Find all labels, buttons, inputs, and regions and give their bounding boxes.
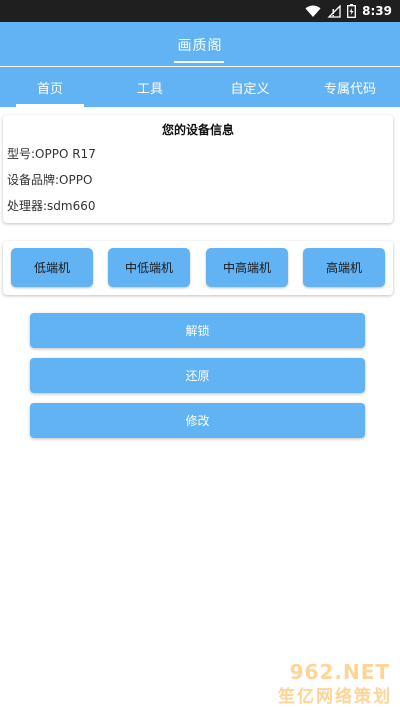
status-time: 8:39 [362,4,392,18]
device-tier-card: 低端机 中低端机 中高端机 高端机 [3,241,393,295]
device-processor: 处理器:sdm660 [7,199,96,213]
signal-icon [327,4,341,18]
tab-bar: 首页 工具 自定义 专属代码 [0,67,400,107]
watermark-bottom-text: 笙亿网络策划 [278,687,392,707]
device-info-card: 您的设备信息 型号:OPPO R17 设备品牌:OPPO 处理器:sdm660 [3,115,393,223]
low-end-button[interactable]: 低端机 [11,248,93,287]
app-title: 画质阁 [177,38,223,54]
high-end-button[interactable]: 高端机 [303,248,385,287]
battery-icon [347,4,357,18]
tab-home[interactable]: 首页 [0,67,100,107]
watermark-logo: 962.NET 笙亿网络策划 [258,660,394,707]
title-underline [174,61,224,63]
tab-tools[interactable]: 工具 [100,67,200,107]
modify-button[interactable]: 修改 [30,403,365,438]
app-bar: 画质阁 [0,22,400,66]
watermark-top-text: 962.NET [289,660,390,684]
device-info-title: 您的设备信息 [161,123,234,137]
restore-button[interactable]: 还原 [30,358,365,393]
tab-exclusive-code[interactable]: 专属代码 [300,67,400,107]
mid-low-end-button[interactable]: 中低端机 [108,248,190,287]
tab-custom[interactable]: 自定义 [200,67,300,107]
wifi-icon [305,5,321,18]
unlock-button[interactable]: 解锁 [30,313,365,348]
status-icons: 8:39 [305,3,392,19]
device-brand: 设备品牌:OPPO [7,173,93,187]
mid-high-end-button[interactable]: 中高端机 [206,248,288,287]
status-bar: 8:39 [0,0,400,22]
device-model: 型号:OPPO R17 [7,147,96,161]
